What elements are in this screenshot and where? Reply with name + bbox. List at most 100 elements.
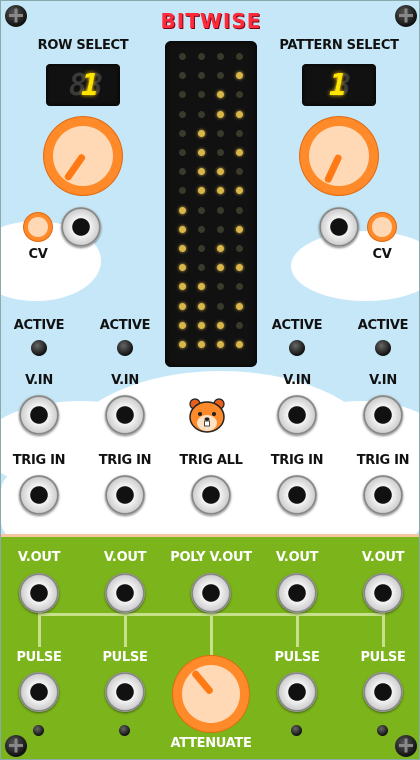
vout-label-2: V.OUT	[103, 550, 147, 565]
matrix-led	[198, 129, 205, 137]
vin-jack-1[interactable]	[19, 395, 59, 435]
matrix-led	[217, 225, 224, 233]
cloud-decoration	[291, 231, 419, 301]
matrix-led	[198, 206, 205, 214]
matrix-led	[217, 187, 224, 195]
matrix-led	[217, 283, 224, 291]
matrix-led	[217, 206, 224, 214]
matrix-led	[179, 168, 186, 176]
matrix-led	[198, 341, 205, 348]
matrix-led	[236, 225, 243, 233]
vin-label-1: V.IN	[25, 373, 53, 388]
matrix-led	[236, 110, 243, 118]
row-select-knob[interactable]	[44, 117, 122, 195]
matrix-led	[179, 225, 186, 233]
matrix-led	[217, 110, 224, 118]
vout-jack-4[interactable]	[363, 573, 403, 613]
pulse-led-2	[119, 725, 130, 736]
screw-icon	[5, 735, 27, 757]
matrix-led	[198, 225, 205, 233]
matrix-led	[217, 245, 224, 252]
matrix-led	[217, 53, 224, 60]
matrix-led	[236, 72, 243, 80]
row-select-display-value: 1	[81, 67, 99, 103]
vin-label-2: V.IN	[111, 373, 139, 388]
matrix-led	[236, 321, 243, 329]
vout-label-1: V.OUT	[17, 550, 61, 565]
pulse-label-3: PULSE	[274, 650, 320, 665]
pattern-select-display-value: 1	[329, 67, 347, 103]
matrix-led	[236, 245, 243, 252]
matrix-led	[198, 72, 205, 80]
vout-jack-1[interactable]	[19, 573, 59, 613]
matrix-led	[236, 302, 243, 310]
matrix-led	[179, 53, 186, 60]
trig-in-jack-3[interactable]	[277, 475, 317, 515]
pattern-select-cv-label: CV	[372, 247, 392, 262]
attenuate-knob[interactable]	[173, 656, 249, 732]
row-select-cv-knob[interactable]	[24, 213, 52, 241]
row-select-cv-jack[interactable]	[61, 207, 101, 247]
active-led-2	[117, 340, 133, 356]
vout-jack-3[interactable]	[277, 573, 317, 613]
matrix-led	[198, 53, 205, 60]
pattern-select-cv-knob[interactable]	[368, 213, 396, 241]
vout-label-4: V.OUT	[361, 550, 405, 565]
matrix-led	[236, 149, 243, 156]
matrix-led	[217, 149, 224, 156]
pattern-select-cv-jack[interactable]	[319, 207, 359, 247]
row-select-cv-label: CV	[28, 247, 48, 262]
trig-all-jack[interactable]	[191, 475, 231, 515]
vin-label-4: V.IN	[369, 373, 397, 388]
pulse-jack-2[interactable]	[105, 672, 145, 712]
matrix-led	[179, 187, 186, 195]
matrix-led	[198, 110, 205, 118]
matrix-led	[198, 283, 205, 291]
matrix-led	[217, 264, 224, 272]
pulse-jack-1[interactable]	[19, 672, 59, 712]
trig-in-jack-2[interactable]	[105, 475, 145, 515]
matrix-led	[236, 264, 243, 272]
vin-jack-2[interactable]	[105, 395, 145, 435]
matrix-led	[217, 168, 224, 176]
pattern-select-label: PATTERN SELECT	[279, 38, 399, 53]
poly-vout-jack[interactable]	[191, 573, 231, 613]
module-title: BITWISE	[160, 9, 262, 33]
matrix-led	[179, 245, 186, 252]
trig-in-jack-4[interactable]	[363, 475, 403, 515]
pulse-led-4	[377, 725, 388, 736]
pulse-led-1	[33, 725, 44, 736]
attenuate-label: ATTENUATE	[170, 736, 252, 751]
matrix-led	[179, 72, 186, 80]
matrix-led	[179, 264, 186, 272]
vin-jack-3[interactable]	[277, 395, 317, 435]
signal-trace	[210, 605, 213, 661]
matrix-led	[179, 302, 186, 310]
screw-icon	[395, 735, 417, 757]
pulse-jack-4[interactable]	[363, 672, 403, 712]
vout-jack-2[interactable]	[105, 573, 145, 613]
matrix-led	[179, 91, 186, 99]
active-label-3: ACTIVE	[271, 318, 323, 333]
pattern-select-knob[interactable]	[300, 117, 378, 195]
active-label-2: ACTIVE	[99, 318, 151, 333]
matrix-led	[198, 302, 205, 310]
vin-jack-4[interactable]	[363, 395, 403, 435]
matrix-led	[179, 321, 186, 329]
matrix-led	[217, 129, 224, 137]
matrix-led	[198, 187, 205, 195]
matrix-led	[236, 341, 243, 348]
pattern-select-display: 81	[302, 64, 376, 106]
row-select-display: 881	[46, 64, 120, 106]
matrix-led	[217, 302, 224, 310]
pulse-label-4: PULSE	[360, 650, 406, 665]
pulse-label-1: PULSE	[16, 650, 62, 665]
row-select-label: ROW SELECT	[37, 38, 129, 53]
trig-in-label-3: TRIG IN	[270, 453, 324, 468]
pulse-jack-3[interactable]	[277, 672, 317, 712]
trig-in-jack-1[interactable]	[19, 475, 59, 515]
matrix-led	[179, 149, 186, 156]
active-led-3	[289, 340, 305, 356]
matrix-led	[236, 53, 243, 60]
matrix-led	[179, 341, 186, 348]
